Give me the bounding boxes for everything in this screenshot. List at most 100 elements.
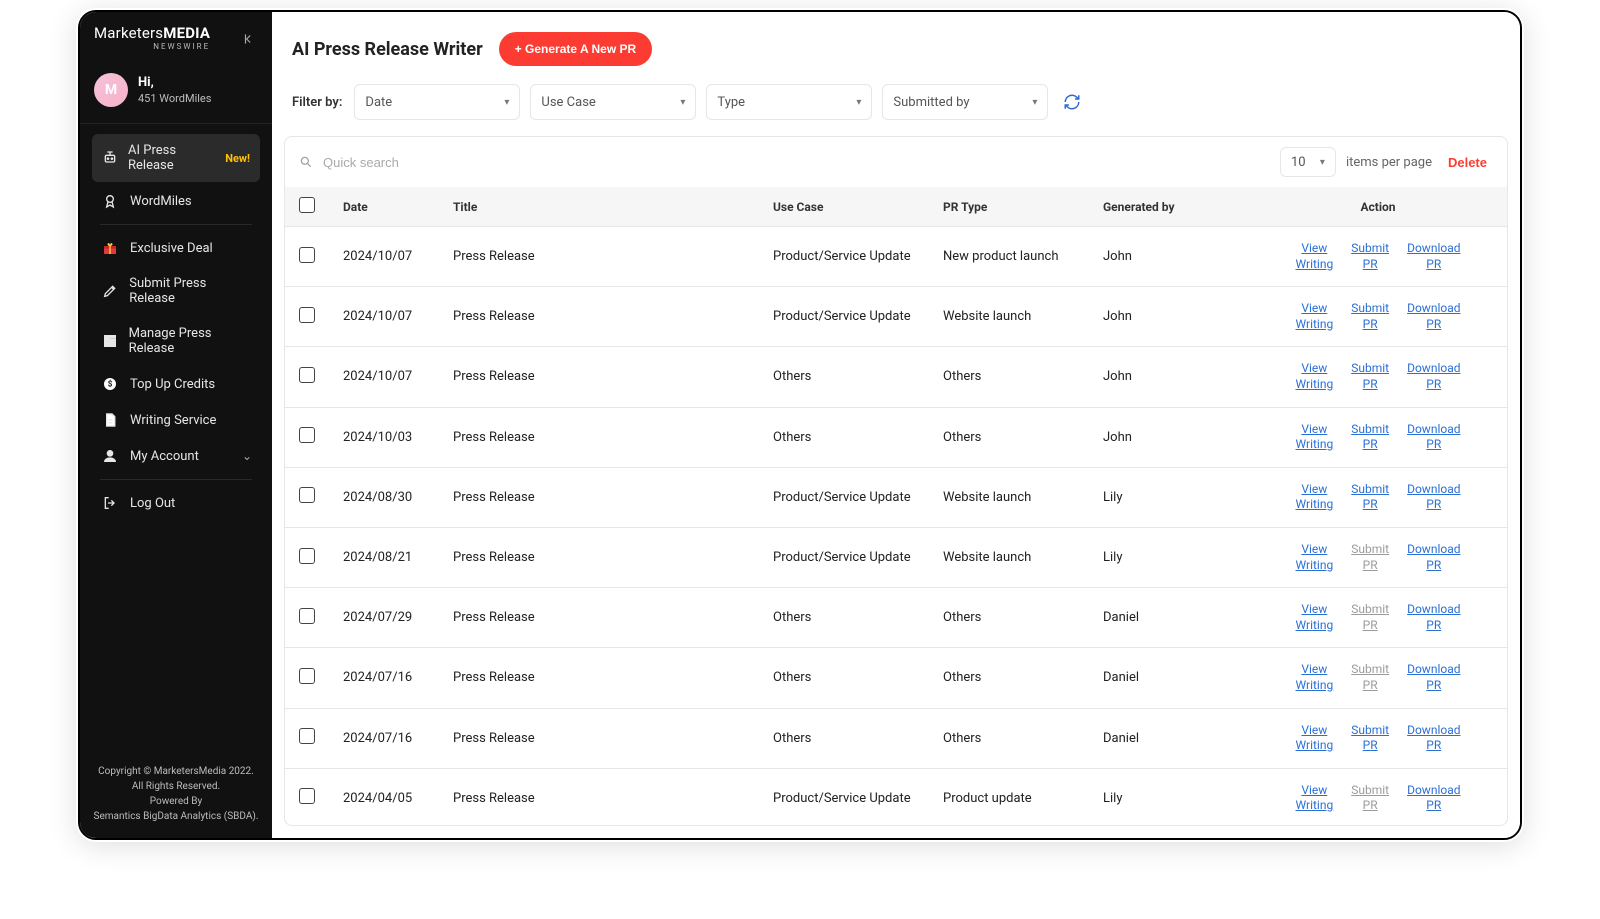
cell-title: Press Release [439,287,759,347]
cell-date: 2024/04/05 [329,768,439,826]
row-checkbox[interactable] [299,728,315,744]
robot-icon [102,150,118,166]
cell-date: 2024/10/03 [329,407,439,467]
view-writing-link[interactable]: ViewWriting [1296,422,1334,453]
download-pr-link[interactable]: DownloadPR [1407,783,1460,814]
download-pr-link[interactable]: DownloadPR [1407,542,1460,573]
row-checkbox[interactable] [299,247,315,263]
cell-date: 2024/07/29 [329,588,439,648]
submit-pr-link[interactable]: SubmitPR [1351,723,1389,754]
cell-type: Others [929,708,1089,768]
cell-use: Others [759,407,929,467]
person-icon [102,448,120,464]
sidebar-item-label: Submit Press Release [129,276,250,306]
submit-pr-link[interactable]: SubmitPR [1351,422,1389,453]
view-writing-link[interactable]: ViewWriting [1296,542,1334,573]
logout-icon [102,495,120,511]
download-pr-link[interactable]: DownloadPR [1407,602,1460,633]
items-per-page-label: items per page [1346,155,1432,170]
cell-generated-by: Lily [1089,768,1249,826]
sidebar-item-wordmiles[interactable]: WordMiles [92,184,260,218]
cell-use: Product/Service Update [759,467,929,527]
pencil-icon [102,283,119,299]
sidebar-item-top-up-credits[interactable]: $ Top Up Credits [92,367,260,401]
cell-generated-by: Daniel [1089,648,1249,708]
filter-type[interactable]: Type▾ [706,84,872,120]
view-writing-link[interactable]: ViewWriting [1296,361,1334,392]
row-checkbox[interactable] [299,548,315,564]
download-pr-link[interactable]: DownloadPR [1407,482,1460,513]
download-pr-link[interactable]: DownloadPR [1407,723,1460,754]
grid-icon [102,333,119,349]
view-writing-link[interactable]: ViewWriting [1296,723,1334,754]
cell-use: Others [759,708,929,768]
submit-pr-link[interactable]: SubmitPR [1351,241,1389,272]
row-checkbox[interactable] [299,788,315,804]
cell-title: Press Release [439,467,759,527]
row-checkbox[interactable] [299,487,315,503]
sidebar-item-submit-press-release[interactable]: Submit Press Release [92,267,260,315]
svg-text:$: $ [108,380,113,389]
sidebar-item-my-account[interactable]: My Account⌄ [92,439,260,473]
sidebar-collapse[interactable] [238,28,260,50]
coin-icon: $ [102,376,120,392]
cell-date: 2024/10/07 [329,347,439,407]
select-all-checkbox[interactable] [299,197,315,213]
download-pr-link[interactable]: DownloadPR [1407,662,1460,693]
col-type: PR Type [929,187,1089,227]
sidebar-item-label: Top Up Credits [130,377,215,392]
cell-date: 2024/07/16 [329,708,439,768]
download-pr-link[interactable]: DownloadPR [1407,241,1460,272]
cell-type: New product launch [929,227,1089,287]
download-pr-link[interactable]: DownloadPR [1407,301,1460,332]
cell-type: Others [929,407,1089,467]
submit-pr-link: SubmitPR [1351,602,1389,633]
row-checkbox[interactable] [299,307,315,323]
submit-pr-link[interactable]: SubmitPR [1351,301,1389,332]
cell-generated-by: John [1089,347,1249,407]
sidebar: MarketersMEDIA NEWSWIRE M Hi, 451 WordMi… [80,12,272,838]
delete-button[interactable]: Delete [1442,151,1493,174]
view-writing-link[interactable]: ViewWriting [1296,241,1334,272]
sidebar-item-manage-press-release[interactable]: Manage Press Release [92,317,260,365]
col-action: Action [1249,187,1507,227]
page-size-select[interactable]: 10▾ [1280,147,1336,177]
sidebar-item-exclusive-deal[interactable]: Exclusive Deal [92,231,260,265]
cell-use: Product/Service Update [759,768,929,826]
sidebar-item-log-out[interactable]: Log Out [92,486,260,520]
submit-pr-link[interactable]: SubmitPR [1351,361,1389,392]
generate-new-pr-button[interactable]: + Generate A New PR [499,32,653,66]
view-writing-link[interactable]: ViewWriting [1296,662,1334,693]
row-checkbox[interactable] [299,427,315,443]
cell-generated-by: Daniel [1089,588,1249,648]
view-writing-link[interactable]: ViewWriting [1296,783,1334,814]
user-greeting: Hi, [138,75,211,90]
sidebar-item-label: AI Press Release [128,143,213,173]
table-row: 2024/08/30Press ReleaseProduct/Service U… [285,467,1507,527]
row-checkbox[interactable] [299,668,315,684]
cell-title: Press Release [439,347,759,407]
sidebar-item-writing-service[interactable]: Writing Service [92,403,260,437]
submit-pr-link: SubmitPR [1351,783,1389,814]
refresh-icon[interactable] [1058,88,1086,116]
filter-submitted-by[interactable]: Submitted by▾ [882,84,1048,120]
download-pr-link[interactable]: DownloadPR [1407,361,1460,392]
view-writing-link[interactable]: ViewWriting [1296,301,1334,332]
view-writing-link[interactable]: ViewWriting [1296,482,1334,513]
filter-date[interactable]: Date▾ [354,84,520,120]
sidebar-item-ai-press-release[interactable]: AI Press ReleaseNew! [92,134,260,182]
filter-use-case[interactable]: Use Case▾ [530,84,696,120]
cell-date: 2024/10/07 [329,227,439,287]
download-pr-link[interactable]: DownloadPR [1407,422,1460,453]
cell-generated-by: John [1089,227,1249,287]
row-checkbox[interactable] [299,608,315,624]
search-input[interactable] [321,154,541,171]
submit-pr-link[interactable]: SubmitPR [1351,482,1389,513]
sidebar-item-label: My Account [130,449,199,464]
cell-use: Others [759,588,929,648]
cell-date: 2024/10/07 [329,287,439,347]
table-row: 2024/04/05Press ReleaseProduct/Service U… [285,768,1507,826]
row-checkbox[interactable] [299,367,315,383]
view-writing-link[interactable]: ViewWriting [1296,602,1334,633]
avatar: M [94,73,128,107]
